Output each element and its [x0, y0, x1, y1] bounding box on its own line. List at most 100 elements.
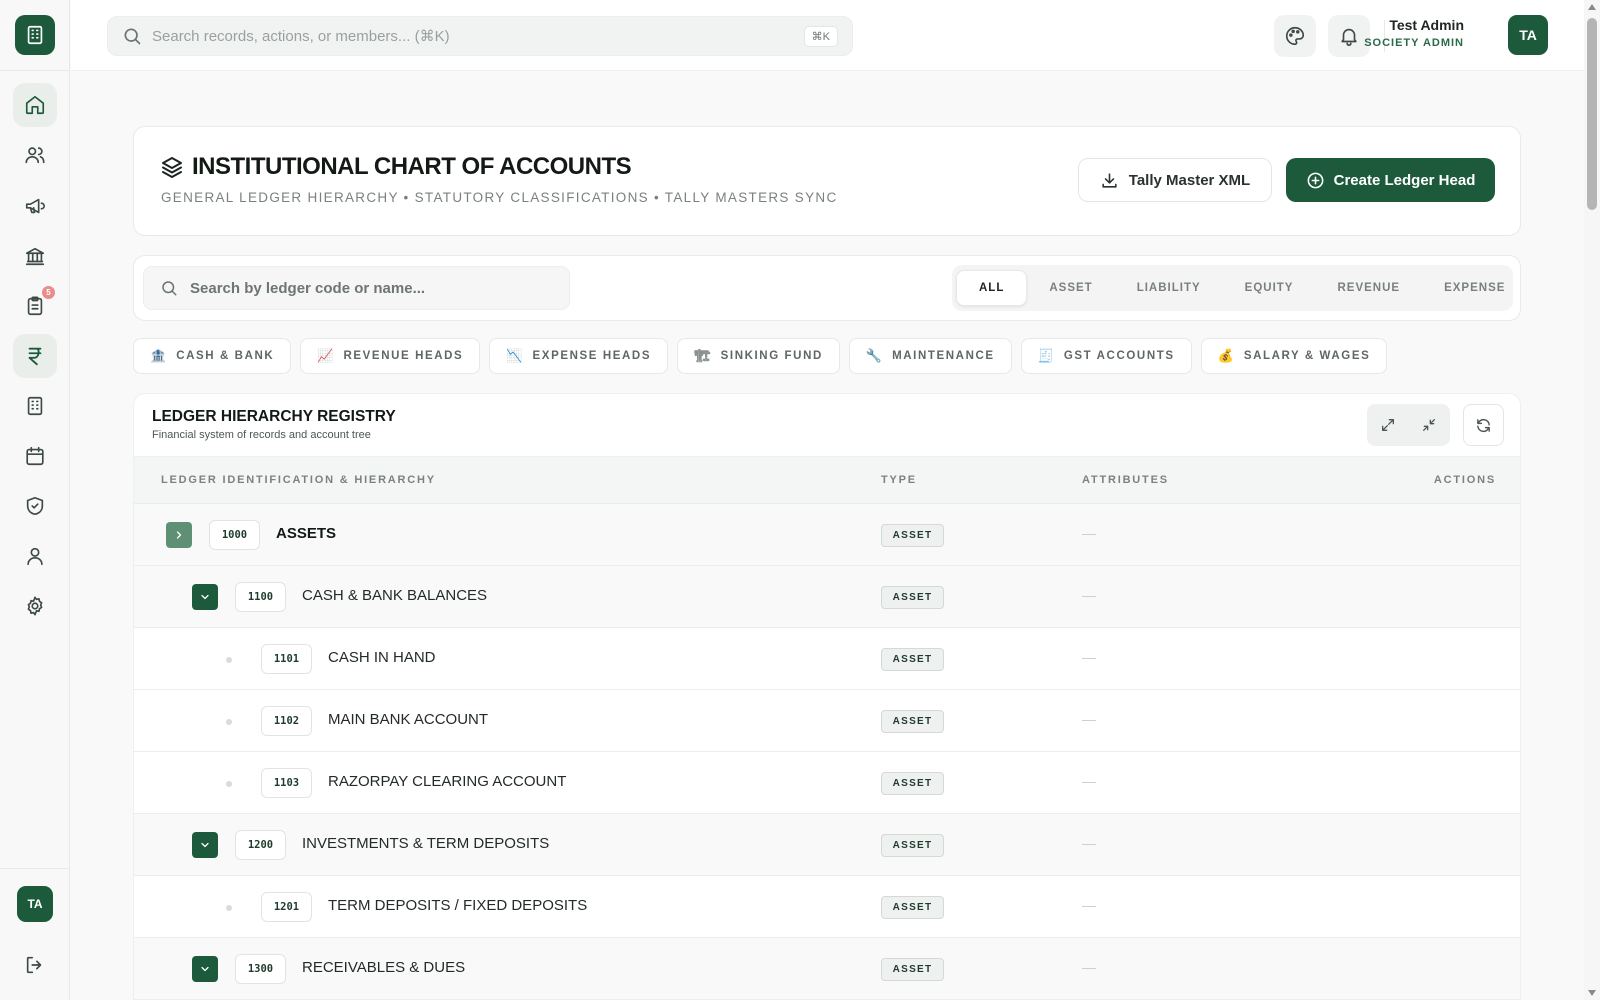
ledger-code: 1000	[209, 520, 260, 550]
app-logo[interactable]	[15, 15, 55, 55]
table-row[interactable]: 1300 RECEIVABLES & DUES ASSET —	[134, 938, 1520, 1000]
users-icon	[25, 147, 45, 164]
ledger-search-input[interactable]	[190, 279, 550, 297]
chip-label: SALARY & WAGES	[1243, 350, 1371, 362]
type-badge: ASSET	[881, 896, 944, 919]
chip-revenue-heads[interactable]: 📈 REVENUE HEADS	[300, 338, 481, 374]
scroll-up-arrow[interactable]	[1588, 4, 1596, 10]
sidebar-item-calendar[interactable]	[13, 434, 57, 478]
sidebar-item-tasks[interactable]: 5	[13, 284, 57, 328]
scroll-down-arrow[interactable]	[1588, 990, 1596, 996]
sidebar-item-home[interactable]	[13, 83, 57, 127]
page-title: INSTITUTIONAL CHART OF ACCOUNTS	[192, 153, 632, 180]
building-icon	[27, 396, 43, 416]
logout-icon[interactable]	[24, 954, 46, 976]
table-row[interactable]: 1102 MAIN BANK ACCOUNT ASSET —	[134, 690, 1520, 752]
type-badge: ASSET	[881, 524, 944, 547]
collapse-all-icon[interactable]	[1421, 417, 1437, 433]
tab-liability[interactable]: LIABILITY	[1115, 270, 1223, 306]
user-icon	[27, 547, 43, 566]
ledger-code: 1101	[261, 644, 312, 674]
notifications-button[interactable]	[1328, 15, 1370, 57]
table-row[interactable]: 1100 CASH & BANK BALANCES ASSET —	[134, 566, 1520, 628]
chevron-down-icon	[201, 966, 209, 972]
ledger-code: 1300	[235, 954, 286, 984]
ledger-name: RAZORPAY CLEARING ACCOUNT	[328, 773, 567, 790]
chip-sinking-fund[interactable]: 🏗 SINKING FUND	[677, 338, 840, 374]
theme-button[interactable]	[1274, 15, 1316, 57]
expand-toggle[interactable]	[166, 522, 192, 548]
table-row[interactable]: 1000 ASSETS ASSET —	[134, 504, 1520, 566]
chart-down-icon: 📉	[506, 348, 523, 364]
attributes-value: —	[1082, 897, 1096, 913]
scrollbar-thumb[interactable]	[1587, 18, 1597, 210]
ledger-code: 1200	[235, 830, 286, 860]
ledger-search-box[interactable]	[143, 266, 570, 310]
tab-revenue[interactable]: REVENUE	[1315, 270, 1422, 306]
table-row[interactable]: 1201 TERM DEPOSITS / FIXED DEPOSITS ASSE…	[134, 876, 1520, 938]
tab-asset[interactable]: ASSET	[1027, 270, 1114, 306]
chip-label: REVENUE HEADS	[343, 350, 464, 362]
global-search-bar[interactable]: ⌘K	[107, 16, 853, 56]
chip-expense-heads[interactable]: 📉 EXPENSE HEADS	[489, 338, 669, 374]
money-bag-icon: 💰	[1217, 348, 1234, 364]
chip-label: CASH & BANK	[176, 350, 275, 362]
chip-salary-wages[interactable]: 💰 SALARY & WAGES	[1200, 338, 1388, 374]
megaphone-icon	[25, 198, 45, 214]
chip-label: MAINTENANCE	[892, 350, 995, 362]
refresh-button[interactable]	[1463, 404, 1504, 446]
global-search-input[interactable]	[152, 27, 772, 45]
chip-gst-accounts[interactable]: 🧾 GST ACCOUNTS	[1020, 338, 1192, 374]
sidebar-avatar[interactable]: TA	[17, 886, 53, 922]
chevron-down-icon	[201, 842, 209, 848]
rupee-icon	[28, 347, 42, 366]
chip-label: EXPENSE HEADS	[532, 350, 652, 362]
column-header-attributes: ATTRIBUTES	[1082, 474, 1169, 486]
sidebar-item-profile[interactable]	[13, 534, 57, 578]
page-scrollbar[interactable]	[1584, 0, 1600, 1000]
tab-all[interactable]: ALL	[956, 270, 1028, 306]
tally-export-button[interactable]: Tally Master XML	[1078, 158, 1272, 202]
column-header-actions: ACTIONS	[1433, 474, 1496, 486]
palette-icon	[1286, 26, 1305, 46]
table-row[interactable]: 1103 RAZORPAY CLEARING ACCOUNT ASSET —	[134, 752, 1520, 814]
attributes-value: —	[1082, 711, 1096, 727]
sidebar-item-bank[interactable]	[13, 234, 57, 278]
home-icon	[25, 95, 45, 115]
chip-cash-bank[interactable]: 🏦 CASH & BANK	[133, 338, 292, 374]
type-badge: ASSET	[881, 834, 944, 857]
chip-maintenance[interactable]: 🔧 MAINTENANCE	[848, 338, 1012, 374]
collapse-toggle[interactable]	[192, 832, 218, 858]
tab-expense[interactable]: EXPENSE	[1422, 270, 1527, 306]
user-avatar[interactable]: TA	[1508, 15, 1548, 55]
sidebar-item-settings[interactable]	[13, 584, 57, 628]
create-ledger-button[interactable]: Create Ledger Head	[1286, 158, 1495, 202]
expand-all-icon[interactable]	[1380, 417, 1396, 433]
collapse-toggle[interactable]	[192, 584, 218, 610]
ledger-name: CASH IN HAND	[328, 649, 436, 666]
tab-equity[interactable]: EQUITY	[1223, 270, 1316, 306]
type-badge: ASSET	[881, 772, 944, 795]
receipt-icon: 🧾	[1037, 348, 1054, 364]
attributes-value: —	[1082, 959, 1096, 975]
layers-icon	[162, 157, 182, 178]
plus-circle-icon	[1307, 172, 1324, 188]
leaf-dot-icon	[226, 657, 232, 663]
sidebar-item-buildings[interactable]	[13, 384, 57, 428]
quick-filter-chips: 🏦 CASH & BANK 📈 REVENUE HEADS 📉 EXPENSE HEA…	[133, 338, 1388, 374]
collapse-toggle[interactable]	[192, 956, 218, 982]
table-row[interactable]: 1200 INVESTMENTS & TERM DEPOSITS ASSET —	[134, 814, 1520, 876]
refresh-icon	[1477, 418, 1490, 432]
sidebar-item-security[interactable]	[13, 484, 57, 528]
sidebar-item-announcements[interactable]	[13, 184, 57, 228]
column-header-type: TYPE	[881, 474, 917, 486]
sidebar-item-finance[interactable]	[13, 334, 57, 378]
ledger-code: 1103	[261, 768, 312, 798]
table-row[interactable]: 1101 CASH IN HAND ASSET —	[134, 628, 1520, 690]
ledger-name: TERM DEPOSITS / FIXED DEPOSITS	[328, 897, 588, 914]
search-icon	[124, 28, 141, 45]
download-icon	[1102, 172, 1117, 188]
type-badge: ASSET	[881, 710, 944, 733]
leaf-dot-icon	[226, 781, 232, 787]
sidebar-item-members[interactable]	[13, 133, 57, 177]
